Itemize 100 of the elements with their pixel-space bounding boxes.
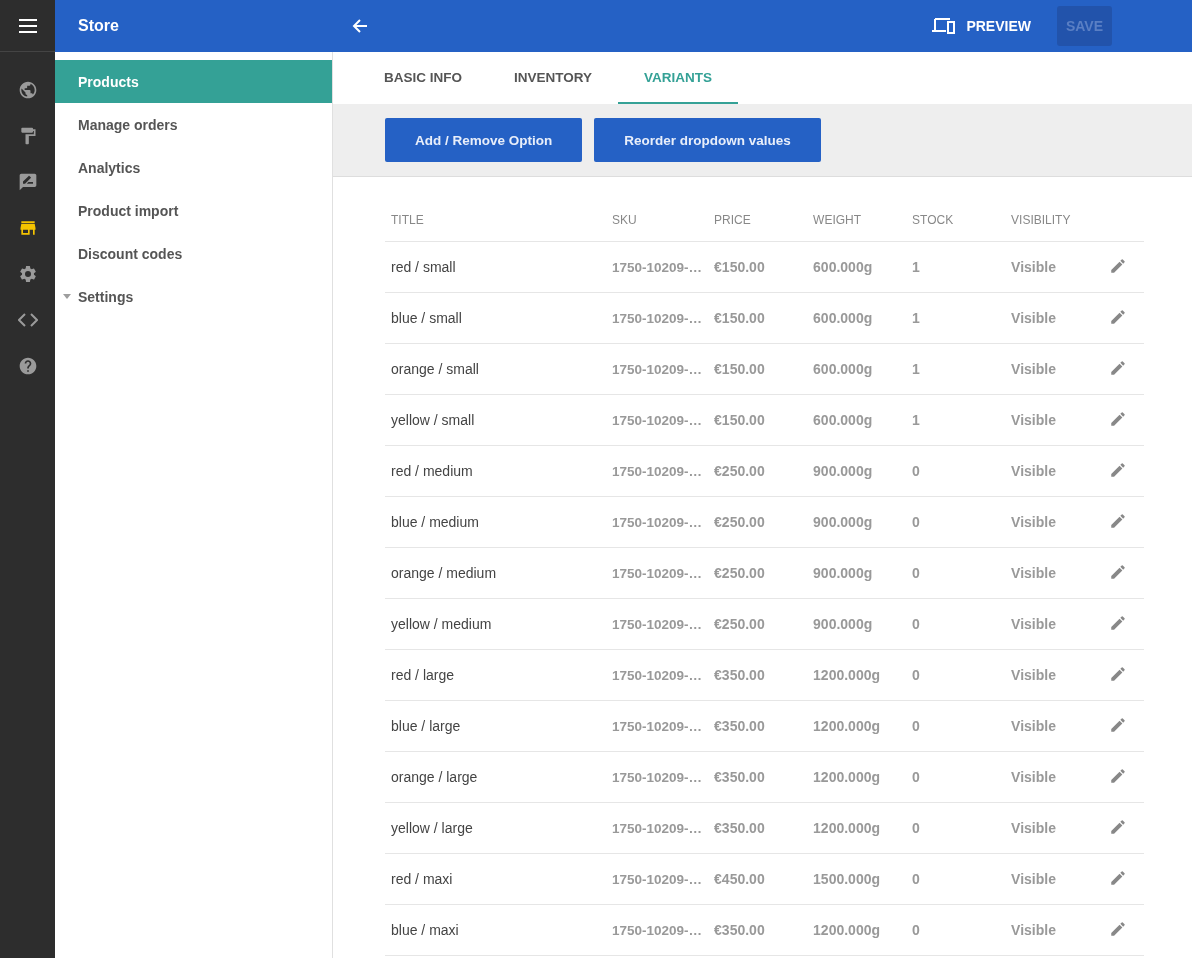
sidebar-item[interactable]: Analytics — [55, 146, 332, 189]
table-cell: Visible — [1011, 616, 1056, 632]
column-header: SKU — [606, 199, 709, 242]
table-cell: 0 — [912, 463, 920, 479]
table-cell: 0 — [912, 718, 920, 734]
sidebar-label: Products — [78, 73, 139, 90]
table-cell: blue / maxi — [391, 922, 459, 938]
column-header: VISIBILITY — [1005, 199, 1092, 242]
table-cell: 1750-10209-… — [612, 514, 703, 530]
sidebar-item[interactable]: Settings — [55, 275, 332, 318]
table-cell: Visible — [1011, 820, 1056, 836]
table-cell: 0 — [912, 769, 920, 785]
table-cell: Visible — [1011, 514, 1056, 530]
table-cell: red / medium — [391, 463, 473, 479]
table-cell: €150.00 — [714, 310, 765, 326]
table-cell: 0 — [912, 922, 920, 938]
edit-pencil-icon[interactable] — [1109, 256, 1127, 275]
edit-pencil-icon[interactable] — [1109, 664, 1127, 683]
table-cell: blue / medium — [391, 514, 479, 530]
edit-pencil-icon[interactable] — [1109, 766, 1127, 785]
tab[interactable]: BASIC INFO — [358, 52, 488, 104]
action-button[interactable]: Add / Remove Option — [385, 118, 583, 162]
edit-pencil-icon[interactable] — [1109, 511, 1127, 530]
table-cell: 1750-10209-… — [612, 769, 703, 785]
table-cell: 1 — [912, 412, 920, 428]
table-cell: €250.00 — [714, 514, 765, 530]
table-cell: Visible — [1011, 463, 1056, 479]
table-cell: €150.00 — [714, 412, 765, 428]
table-cell: Visible — [1011, 361, 1056, 377]
table-cell: €350.00 — [714, 667, 765, 683]
table-cell: 0 — [912, 514, 920, 530]
table-cell: 1750-10209-… — [612, 412, 703, 428]
sidebar-label: Product import — [78, 202, 179, 219]
edit-pencil-icon[interactable] — [1109, 358, 1127, 377]
column-header: PRICE — [708, 199, 808, 242]
table-cell: 1200.000g — [813, 769, 881, 785]
table-cell: 1750-10209-… — [612, 361, 703, 377]
table-cell: 900.000g — [813, 463, 873, 479]
sidebar-item[interactable]: Manage orders — [55, 103, 332, 146]
table-cell: 1750-10209-… — [612, 820, 703, 836]
table-cell: 600.000g — [813, 361, 873, 377]
edit-pencil-icon[interactable] — [1109, 562, 1127, 581]
table-cell: blue / large — [391, 718, 461, 734]
sidebar-label: Discount codes — [78, 245, 183, 262]
table-cell: yellow / small — [391, 412, 475, 428]
edit-pencil-icon[interactable] — [1109, 460, 1127, 479]
table-cell: €250.00 — [714, 565, 765, 581]
table-cell: Visible — [1011, 412, 1056, 428]
table-cell: Visible — [1011, 310, 1056, 326]
table-cell: 0 — [912, 871, 920, 887]
table-cell: 600.000g — [813, 412, 873, 428]
table-cell: €350.00 — [714, 769, 765, 785]
table-cell: red / maxi — [391, 871, 453, 887]
table-cell: yellow / large — [391, 820, 473, 836]
sidebar-label: Settings — [78, 288, 134, 305]
table-cell: red / large — [391, 667, 455, 683]
column-header: WEIGHT — [807, 199, 907, 242]
table-cell: Visible — [1011, 667, 1056, 683]
devices-icon — [932, 18, 957, 34]
table-cell: 1200.000g — [813, 820, 881, 836]
table-cell: 900.000g — [813, 565, 873, 581]
table-cell: 1500.000g — [813, 871, 881, 887]
preview-button[interactable]: PREVIEW — [932, 18, 1031, 34]
edit-pencil-icon[interactable] — [1109, 868, 1127, 887]
table-cell: yellow / medium — [391, 616, 492, 632]
edit-pencil-icon[interactable] — [1109, 613, 1127, 632]
table-cell: 900.000g — [813, 514, 873, 530]
edit-pencil-icon[interactable] — [1109, 919, 1127, 938]
table-cell: 1 — [912, 361, 920, 377]
edit-pencil-icon[interactable] — [1109, 817, 1127, 836]
table-cell: orange / medium — [391, 565, 497, 581]
table-cell: 1750-10209-… — [612, 667, 703, 683]
table-cell: 1750-10209-… — [612, 463, 703, 479]
table-cell: 1750-10209-… — [612, 616, 703, 632]
sidebar-item[interactable]: Discount codes — [55, 232, 332, 275]
table-cell: red / small — [391, 259, 456, 275]
edit-pencil-icon[interactable] — [1109, 307, 1127, 326]
sidebar-item[interactable]: Product import — [55, 189, 332, 232]
action-button[interactable]: Reorder dropdown values — [594, 118, 821, 162]
column-header: TITLE — [385, 199, 606, 242]
table-cell: 900.000g — [813, 616, 873, 632]
table-cell: 1200.000g — [813, 667, 881, 683]
table-cell: Visible — [1011, 259, 1056, 275]
table-cell: orange / large — [391, 769, 478, 785]
column-header: STOCK — [906, 199, 1006, 242]
preview-label: PREVIEW — [966, 18, 1031, 34]
table-cell: Visible — [1011, 565, 1056, 581]
app-title: Store — [78, 17, 119, 35]
tab[interactable]: INVENTORY — [488, 52, 619, 104]
table-cell: Visible — [1011, 871, 1056, 887]
table-cell: 1750-10209-… — [612, 922, 703, 938]
table-cell: 0 — [912, 565, 920, 581]
caret-icon — [63, 294, 71, 299]
edit-pencil-icon[interactable] — [1109, 715, 1127, 734]
table-cell: €250.00 — [714, 463, 765, 479]
table-cell: €150.00 — [714, 259, 765, 275]
table-cell: 1 — [912, 259, 920, 275]
edit-pencil-icon[interactable] — [1109, 409, 1127, 428]
table-cell: 1750-10209-… — [612, 565, 703, 581]
table-cell: 0 — [912, 616, 920, 632]
